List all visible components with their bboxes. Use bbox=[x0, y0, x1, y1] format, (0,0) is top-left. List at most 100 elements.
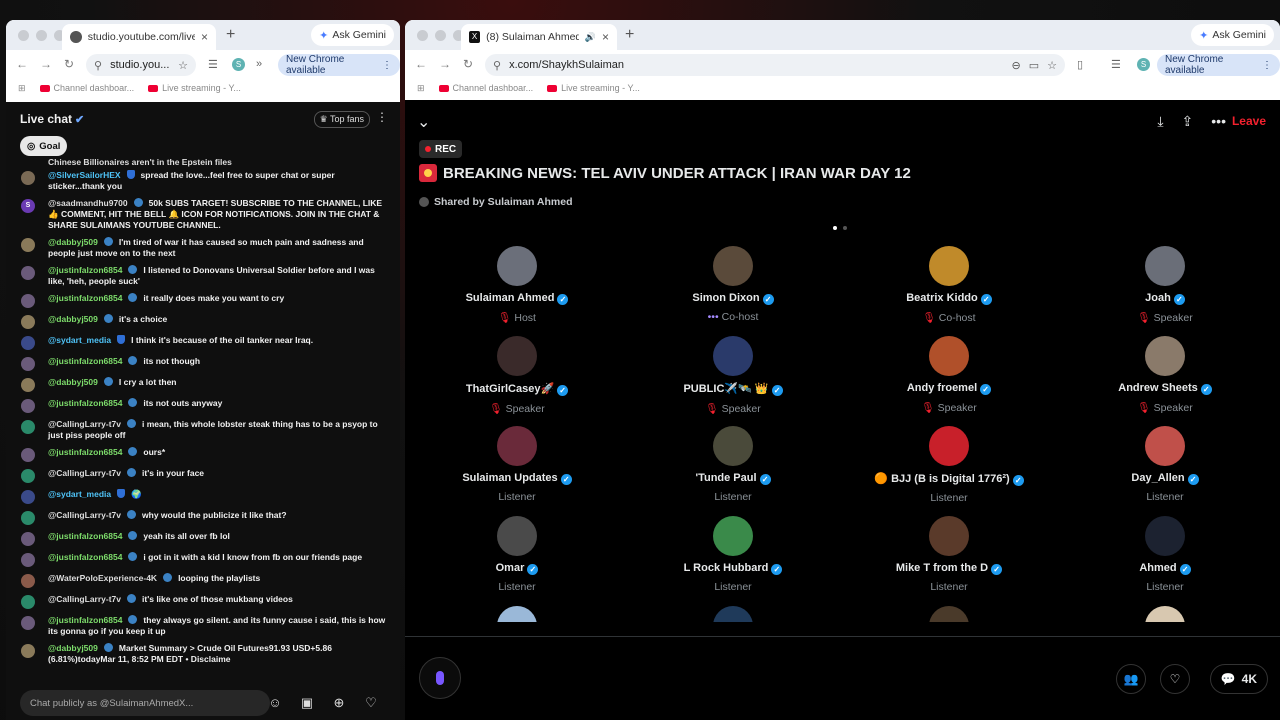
back-icon[interactable]: ← bbox=[415, 57, 427, 71]
avatar[interactable] bbox=[21, 644, 35, 658]
chat-message[interactable]: @dabbyj509 I'm tired of war it has caused… bbox=[6, 234, 400, 262]
chat-message[interactable]: @dabbyj509 Market Summary > Crude Oil Fut… bbox=[6, 640, 400, 668]
forward-icon[interactable]: → bbox=[40, 57, 52, 71]
participant-avatar[interactable] bbox=[713, 426, 753, 466]
participant-partial[interactable] bbox=[841, 606, 1057, 622]
avatar[interactable] bbox=[21, 399, 35, 413]
chat-menu-icon[interactable]: ⋮ bbox=[376, 110, 388, 124]
collapse-chevron-icon[interactable]: ⌄ bbox=[417, 112, 430, 132]
participants-grid[interactable]: Sulaiman Ahmed ✓ 🎙 Host Simon Dixon ✓ ••• Co-ho… bbox=[405, 246, 1280, 622]
participant-avatar[interactable] bbox=[929, 336, 969, 376]
avatar[interactable] bbox=[21, 171, 35, 185]
tab-search-icon[interactable]: ☰ bbox=[1111, 58, 1121, 71]
avatar[interactable] bbox=[21, 315, 35, 329]
chat-message[interactable]: @CallingLarry-t7v it's in your face bbox=[6, 465, 400, 486]
chat-message[interactable]: @CallingLarry-t7v why would the publicize… bbox=[6, 507, 400, 528]
chat-author[interactable]: @justinfalzon6854 bbox=[48, 615, 122, 625]
participant[interactable]: Mike T from the D ✓ Listener bbox=[841, 516, 1057, 593]
participant-avatar[interactable] bbox=[929, 606, 969, 622]
new-chrome-button[interactable]: New Chrome available ⋮ bbox=[278, 54, 400, 76]
avatar[interactable] bbox=[21, 420, 35, 434]
participant[interactable]: 🟠 BJJ (B is Digital 1776²) ✓ Listener bbox=[841, 426, 1057, 504]
avatar[interactable] bbox=[21, 532, 35, 546]
new-tab-icon[interactable]: + bbox=[625, 26, 634, 44]
avatar[interactable] bbox=[21, 595, 35, 609]
comments-button[interactable]: 💬 4K bbox=[1209, 664, 1268, 694]
participant-avatar[interactable] bbox=[497, 426, 537, 466]
people-button[interactable]: 👥 bbox=[1116, 664, 1146, 694]
chat-message[interactable]: @dabbyj509 I cry a lot then bbox=[6, 374, 400, 395]
participant-avatar[interactable] bbox=[1145, 246, 1185, 286]
site-info-icon[interactable]: ⚲ bbox=[493, 59, 501, 72]
participant[interactable]: 'Tunde Paul ✓ Listener bbox=[625, 426, 841, 503]
extensions-chevron-icon[interactable]: » bbox=[256, 58, 262, 70]
menu-kebab-icon[interactable]: ⋮ bbox=[1262, 60, 1272, 71]
new-tab-icon[interactable]: + bbox=[226, 26, 235, 44]
participant-partial[interactable] bbox=[625, 606, 841, 622]
add-icon[interactable]: ⊕ bbox=[331, 695, 347, 711]
chat-message[interactable]: @SilverSailorHEX spread the love...feel f… bbox=[6, 167, 400, 195]
chat-author[interactable]: @CallingLarry-t7v bbox=[48, 468, 121, 478]
chat-message[interactable]: @WaterPoloExperience-4K looping the playl… bbox=[6, 570, 400, 591]
chat-author[interactable]: @sydart_media bbox=[48, 489, 111, 499]
apps-grid-icon[interactable]: ⊞ bbox=[417, 83, 425, 94]
window-controls[interactable] bbox=[18, 30, 65, 41]
chat-author[interactable]: @saadmandhu9700 bbox=[48, 198, 128, 208]
bookmark-star-icon[interactable]: ☆ bbox=[178, 59, 188, 72]
chat-message[interactable]: @justinfalzon6854 its not outs anyway bbox=[6, 395, 400, 416]
avatar[interactable] bbox=[21, 294, 35, 308]
participant[interactable]: Sulaiman Updates ✓ Listener bbox=[409, 426, 625, 503]
avatar[interactable] bbox=[21, 266, 35, 280]
bookmark-live-streaming[interactable]: Live streaming - Y... bbox=[148, 83, 241, 93]
chat-author[interactable]: @justinfalzon6854 bbox=[48, 552, 122, 562]
participant-avatar[interactable] bbox=[1145, 336, 1185, 376]
chat-message[interactable]: @sydart_media I think it's because of the… bbox=[6, 332, 400, 353]
microphone-button[interactable] bbox=[419, 657, 461, 699]
react-button[interactable]: ♡ bbox=[1160, 664, 1190, 694]
site-info-icon[interactable]: ⚲ bbox=[94, 59, 102, 72]
address-bar[interactable]: ⚲ x.com/ShaykhSulaiman ⊖ ▭ ☆ bbox=[485, 54, 1065, 76]
participant-avatar[interactable] bbox=[1145, 516, 1185, 556]
avatar[interactable]: S bbox=[21, 199, 35, 213]
tab-search-icon[interactable]: ☰ bbox=[208, 58, 218, 71]
bookmark-star-icon[interactable]: ☆ bbox=[1047, 59, 1057, 72]
super-chat-icon[interactable]: ▣ bbox=[299, 695, 315, 711]
avatar[interactable] bbox=[21, 490, 35, 504]
chat-author[interactable]: @dabbyj509 bbox=[48, 377, 98, 387]
bookmark-live-streaming[interactable]: Live streaming - Y... bbox=[547, 83, 640, 93]
participant[interactable]: Sulaiman Ahmed ✓ 🎙 Host bbox=[409, 246, 625, 324]
participant-partial[interactable] bbox=[409, 606, 625, 622]
chat-message[interactable]: @CallingLarry-t7v i mean, this whole lobs… bbox=[6, 416, 400, 444]
back-icon[interactable]: ← bbox=[16, 57, 28, 71]
heart-icon[interactable]: ♡ bbox=[363, 695, 379, 711]
profile-avatar[interactable]: S bbox=[232, 58, 245, 71]
profile-avatar[interactable]: S bbox=[1137, 58, 1150, 71]
chat-message[interactable]: @justinfalzon6854 ours* bbox=[6, 444, 400, 465]
chat-message[interactable]: @CallingLarry-t7v it's like one of those … bbox=[6, 591, 400, 612]
chat-message[interactable]: @dabbyj509 it's a choice bbox=[6, 311, 400, 332]
participant[interactable]: Day_Allen ✓ Listener bbox=[1057, 426, 1273, 503]
tab-studio[interactable]: studio.youtube.com/live_cha × bbox=[62, 24, 216, 50]
chat-author[interactable]: @justinfalzon6854 bbox=[48, 293, 122, 303]
chat-author[interactable]: @justinfalzon6854 bbox=[48, 447, 122, 457]
avatar[interactable] bbox=[21, 574, 35, 588]
page-indicator[interactable] bbox=[833, 226, 847, 230]
chat-author[interactable]: @justinfalzon6854 bbox=[48, 398, 122, 408]
cast-icon[interactable]: ▭ bbox=[1029, 59, 1039, 72]
participant-avatar[interactable] bbox=[1145, 426, 1185, 466]
apps-grid-icon[interactable]: ⊞ bbox=[18, 83, 26, 94]
participant-avatar[interactable] bbox=[713, 336, 753, 376]
top-fans-button[interactable]: ♛ Top fans bbox=[313, 111, 370, 128]
participant-avatar[interactable] bbox=[713, 606, 753, 622]
chat-author[interactable]: @CallingLarry-t7v bbox=[48, 510, 121, 520]
participant-partial[interactable] bbox=[1057, 606, 1273, 622]
participant-avatar[interactable] bbox=[497, 336, 537, 376]
minimize-icon[interactable]: ⤓ bbox=[1157, 113, 1163, 130]
participant-avatar[interactable] bbox=[1145, 606, 1185, 622]
reload-icon[interactable]: ↻ bbox=[64, 57, 74, 71]
participant[interactable]: Beatrix Kiddo ✓ 🎙 Co-host bbox=[841, 246, 1057, 324]
avatar[interactable] bbox=[21, 448, 35, 462]
leave-button[interactable]: Leave bbox=[1232, 114, 1266, 128]
participant[interactable]: ThatGirlCasey🚀 ✓ 🎙 Speaker bbox=[409, 336, 625, 415]
bookmark-channel-dashboard[interactable]: Channel dashboar... bbox=[39, 83, 134, 93]
